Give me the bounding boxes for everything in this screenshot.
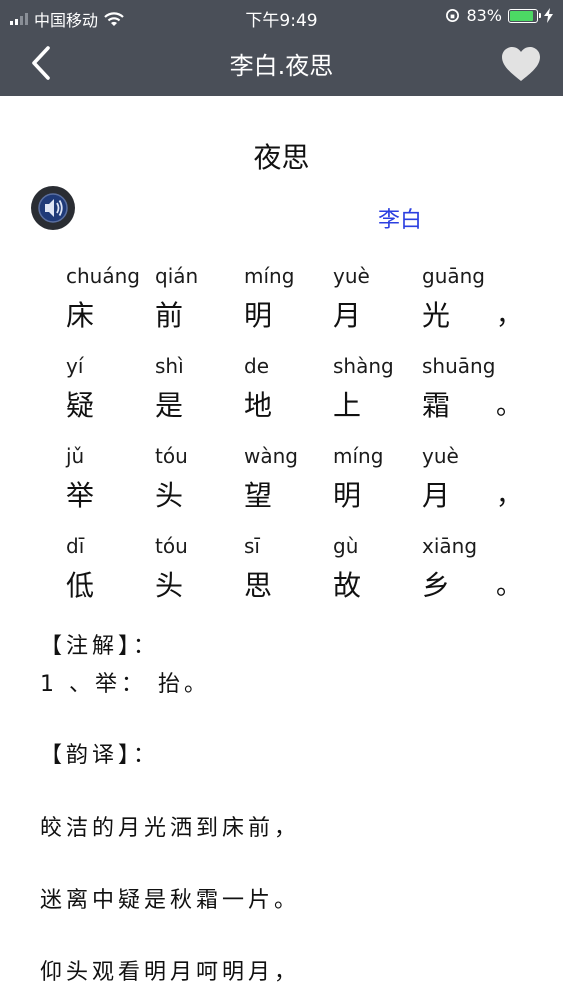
pinyin: yuè [333,264,370,288]
hanzi: 明 [244,299,273,332]
note-item: 1 、举： 抬。 [40,672,210,697]
pinyin: guāng [422,264,485,288]
punctuation: 。 [496,391,523,421]
translation-line: 迷离中疑是秋霜一片。 [40,888,301,913]
poem-cell: shàng 上 [333,352,423,428]
notes-heading: 【注解】： [40,634,160,659]
nav-header: 中国移动 下午9:49 83% 李白.夜思 [0,0,563,96]
hanzi: 上 [333,389,362,422]
poem-cell: de 地 [244,352,334,428]
pinyin: sī [244,534,260,558]
poem-cell: jǔ 举 [66,442,156,518]
pinyin: shàng [333,354,394,378]
punctuation: ， [496,481,523,511]
battery-percent: 83% [466,6,502,25]
pinyin: dī [66,534,85,558]
hanzi: 头 [155,569,184,602]
hanzi: 思 [244,569,273,602]
hanzi: 头 [155,479,184,512]
poem-cell: qián 前 [155,262,245,338]
poem-cell: sī 思 [244,532,334,608]
speaker-icon [38,193,68,223]
hanzi: 举 [66,479,95,512]
poem-author: 李白 [378,208,423,233]
hanzi: 疑 [66,389,95,422]
poem-cell: shì 是 [155,352,245,428]
hanzi: 月 [333,299,362,332]
pinyin: jǔ [66,444,85,468]
poem-cell: yuè 月 [333,262,423,338]
pinyin: wàng [244,444,298,468]
pinyin: míng [244,264,295,288]
charging-icon [544,8,553,23]
pinyin: xiāng [422,534,478,558]
hanzi: 低 [66,569,95,602]
speaker-button[interactable] [31,186,75,230]
orientation-lock-icon [446,9,460,22]
status-bar: 中国移动 下午9:49 83% [0,0,563,32]
translation-line: 皎洁的月光洒到床前， [40,816,301,841]
hanzi: 地 [244,389,273,422]
punctuation: ， [496,301,523,331]
poem-cell: chuáng 床 [66,262,156,338]
hanzi: 明 [333,479,362,512]
nav-title: 李白.夜思 [229,52,334,80]
poem-cell: míng 明 [244,262,334,338]
poem-cell: tóu 头 [155,532,245,608]
pinyin: shì [155,354,184,378]
battery-icon [508,8,541,23]
pinyin: gù [333,534,359,558]
pinyin: qián [155,264,199,288]
poem-title: 夜思 [253,141,310,174]
poem-cell: dī 低 [66,532,156,608]
poem-cell: wàng 望 [244,442,334,518]
pinyin: tóu [155,534,188,558]
favorite-heart-icon[interactable] [501,46,541,82]
pinyin: míng [333,444,384,468]
poem-cell: tóu 头 [155,442,245,518]
pinyin: shuāng [422,354,496,378]
pinyin: yí [66,354,84,378]
poem-cell: míng 明 [333,442,423,518]
hanzi: 床 [66,299,95,332]
pinyin: de [244,354,269,378]
punctuation: 。 [496,571,523,601]
translation-heading: 【韵译】： [40,743,160,768]
translation-line: 仰头观看明月呵明月， [40,960,301,985]
pinyin: tóu [155,444,188,468]
poem-cell: yí 疑 [66,352,156,428]
poem-cell: gù 故 [333,532,423,608]
pinyin: yuè [422,444,459,468]
hanzi: 前 [155,299,184,332]
pinyin: chuáng [66,264,140,288]
hanzi: 故 [333,569,362,602]
hanzi: 望 [244,479,273,512]
hanzi: 是 [155,389,184,422]
